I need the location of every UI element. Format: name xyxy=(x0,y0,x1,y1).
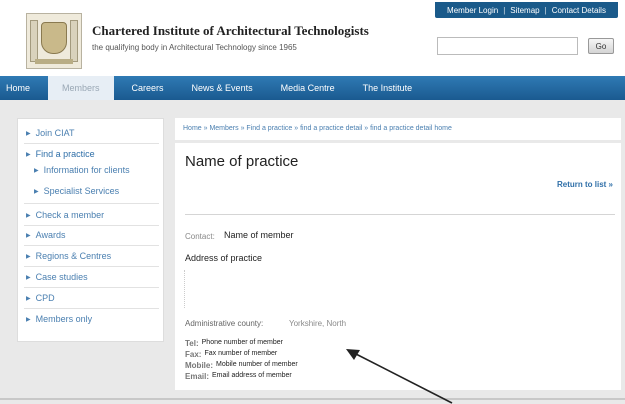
search-input[interactable] xyxy=(437,37,578,55)
separator: | xyxy=(544,5,547,15)
county-value: Yorkshire, North xyxy=(289,319,347,328)
logo-base xyxy=(35,59,73,64)
tagline: the qualifying body in Architectural Tec… xyxy=(92,43,297,52)
ciat-logo[interactable] xyxy=(26,13,82,69)
bullet-icon: ▶ xyxy=(34,188,39,195)
sidebar-divider xyxy=(24,308,159,309)
sidebar-item-specialist-services[interactable]: ▶ Specialist Services xyxy=(34,186,119,196)
sidebar-item-check-a-member[interactable]: ▶ Check a member xyxy=(26,210,104,220)
logo-crest-icon xyxy=(41,22,67,54)
mobile-value: Mobile number of member xyxy=(216,361,298,368)
fax-row: Fax: Fax number of member xyxy=(185,350,277,359)
bullet-icon: ▶ xyxy=(26,253,31,260)
tel-value: Phone number of member xyxy=(201,339,283,346)
search-button[interactable]: Go xyxy=(588,38,614,54)
bullet-icon: ▶ xyxy=(26,212,31,219)
nav-home[interactable]: Home xyxy=(0,76,44,100)
main-nav: Home Members Careers News & Events Media… xyxy=(0,76,625,100)
bullet-icon: ▶ xyxy=(26,151,31,158)
sidebar-divider xyxy=(24,266,159,267)
address-box xyxy=(184,270,456,308)
logo-pillar-left xyxy=(30,20,38,62)
sidebar-item-awards[interactable]: ▶ Awards xyxy=(26,230,65,240)
sidebar-divider xyxy=(24,203,159,204)
sidebar-item-label: Find a practice xyxy=(35,149,95,159)
sidebar-item-label: Join CIAT xyxy=(35,128,75,138)
sidebar-item-label: CPD xyxy=(35,293,55,303)
email-row: Email: Email address of member xyxy=(185,372,292,381)
tel-row: Tel: Phone number of member xyxy=(185,339,283,348)
divider xyxy=(185,214,615,215)
county-label: Administrative county: xyxy=(185,319,264,328)
practice-address: Address of practice xyxy=(185,253,263,263)
site-header: Chartered Institute of Architectural Tec… xyxy=(0,0,625,76)
contact-value: Name of member xyxy=(224,230,294,240)
breadcrumb[interactable]: Home » Members » Find a practice » find … xyxy=(175,118,621,140)
sidebar-divider xyxy=(24,225,159,226)
sidebar-item-information-for-clients[interactable]: ▶ Information for clients xyxy=(34,165,130,175)
sidebar-item-find-a-practice[interactable]: ▶ Find a practice xyxy=(26,149,95,159)
email-label: Email: xyxy=(185,372,210,381)
sidebar-item-cpd[interactable]: ▶ CPD xyxy=(26,293,55,303)
nav-members[interactable]: Members xyxy=(48,76,114,100)
sidebar-item-join-ciat[interactable]: ▶ Join CIAT xyxy=(26,128,74,138)
contact-label: Contact: xyxy=(185,232,215,241)
bullet-icon: ▶ xyxy=(26,130,31,137)
sidebar-item-label: Regions & Centres xyxy=(35,251,112,261)
sidebar-divider xyxy=(24,245,159,246)
sidebar-item-label: Specialist Services xyxy=(43,186,120,196)
bullet-icon: ▶ xyxy=(34,167,39,174)
annotation-arrow-icon xyxy=(346,349,453,404)
fax-value: Fax number of member xyxy=(204,350,278,357)
separator: | xyxy=(503,5,506,15)
nav-the-institute[interactable]: The Institute xyxy=(349,76,427,100)
return-to-list-link[interactable]: Return to list » xyxy=(557,180,613,189)
bullet-icon: ▶ xyxy=(26,274,31,281)
member-login-link[interactable]: Member Login xyxy=(447,6,498,15)
bullet-icon: ▶ xyxy=(26,232,31,239)
bullet-icon: ▶ xyxy=(26,316,31,323)
footer-rule xyxy=(0,398,625,400)
sidebar-item-label: Members only xyxy=(35,314,93,324)
sidebar-item-regions-centres[interactable]: ▶ Regions & Centres xyxy=(26,251,111,261)
sidebar-item-label: Information for clients xyxy=(43,165,130,175)
sidebar-divider xyxy=(24,143,159,144)
sitemap-link[interactable]: Sitemap xyxy=(510,6,539,15)
nav-media-centre[interactable]: Media Centre xyxy=(267,76,349,100)
fax-label: Fax: xyxy=(185,350,202,359)
tel-label: Tel: xyxy=(185,339,199,348)
email-value[interactable]: Email address of member xyxy=(212,372,292,381)
nav-careers[interactable]: Careers xyxy=(118,76,178,100)
sidebar-item-label: Awards xyxy=(35,230,66,240)
bullet-icon: ▶ xyxy=(26,295,31,302)
sidebar-item-label: Case studies xyxy=(35,272,88,282)
sidebar-item-members-only[interactable]: ▶ Members only xyxy=(26,314,92,324)
nav-news-events[interactable]: News & Events xyxy=(178,76,267,100)
utility-links: Member Login | Sitemap | Contact Details xyxy=(435,2,618,18)
sidebar-item-label: Check a member xyxy=(35,210,105,220)
sidebar: ▶ Join CIAT ▶ Find a practice ▶ Information… xyxy=(17,118,164,342)
org-name: Chartered Institute of Architectural Tec… xyxy=(92,23,369,38)
mobile-row: Mobile: Mobile number of member xyxy=(185,361,298,370)
sidebar-divider xyxy=(24,287,159,288)
contact-details-link[interactable]: Contact Details xyxy=(552,6,606,15)
sidebar-item-case-studies[interactable]: ▶ Case studies xyxy=(26,272,88,282)
page-title: Name of practice xyxy=(185,153,299,170)
mobile-label: Mobile: xyxy=(185,361,213,370)
logo-pillar-right xyxy=(70,20,78,62)
